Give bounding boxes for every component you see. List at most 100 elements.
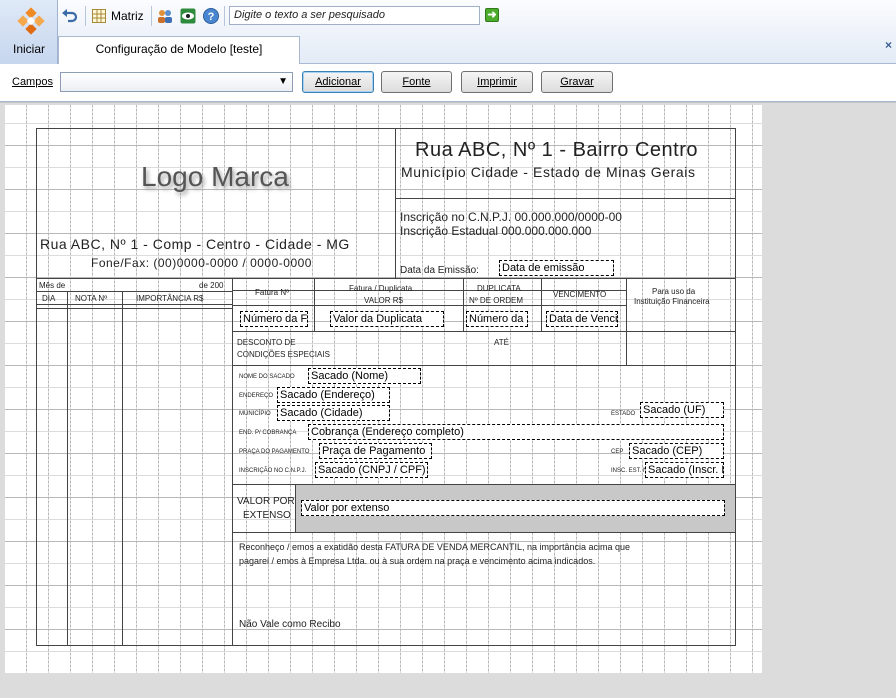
field-numero-duplicata[interactable]: Número da Duplicata (466, 311, 528, 327)
col-nota: NOTA Nº (75, 294, 108, 303)
lbl-praca: PRAÇA DO PAGAMENTO (239, 449, 310, 455)
uso-instituicao-2: Instituição Financeira (634, 297, 710, 306)
header-address: Rua ABC, Nº 1 - Bairro Centro (415, 139, 699, 161)
col-dia: DIA (42, 294, 56, 303)
frame-line (232, 278, 233, 646)
logo-text: Logo Marca (141, 161, 289, 192)
emissao-label: Data da Emissão: (400, 265, 479, 276)
frame-line (541, 278, 542, 331)
search-input[interactable]: Digite o texto a ser pesquisado (229, 6, 480, 25)
campos-label: Campos (12, 76, 53, 88)
eye-icon (180, 8, 196, 24)
undo-button[interactable] (60, 6, 78, 26)
field-sacado-cidade[interactable]: Sacado (Cidade) (277, 405, 390, 421)
cnpj-line: Inscrição no C.N.P.J. 00.000.000/0000-00 (400, 210, 622, 224)
lbl-municipio: MUNICÍPIO (239, 411, 271, 417)
app-logo-icon (17, 7, 45, 35)
matriz-button[interactable]: Matriz (92, 6, 144, 26)
mes-label: Mês de (39, 281, 66, 290)
valor-extenso-label-1: VALOR POR (237, 496, 295, 507)
toolbar-separator (85, 6, 86, 26)
gravar-button[interactable]: Gravar (541, 71, 613, 93)
field-sacado-cep[interactable]: Sacado (CEP) (629, 443, 724, 459)
options-bar: Campos ▼ Adicionar Fonte Imprimir Gravar (0, 64, 896, 102)
toolbar-separator (224, 6, 225, 26)
start-button[interactable]: Iniciar (0, 0, 58, 64)
preview-button[interactable] (180, 6, 196, 26)
frame-line (36, 128, 37, 646)
desconto-1: DESCONTO DE (237, 338, 296, 347)
field-numero-fatura[interactable]: Número da Fatura (240, 311, 308, 327)
chevron-down-icon: ▼ (278, 76, 288, 87)
vencimento-label: VENCIMENTO (553, 290, 607, 299)
workspace: Logo Marca Rua ABC, Nº 1 - Comp - Centro… (0, 102, 896, 698)
frame-line (626, 278, 627, 365)
design-canvas[interactable]: Logo Marca Rua ABC, Nº 1 - Comp - Centro… (5, 105, 762, 673)
field-vencimento[interactable]: Data de Vencimento (546, 311, 618, 327)
valor-extenso-label-2: EXTENSO (243, 510, 291, 521)
frame-line (314, 278, 315, 331)
lbl-cobranca: END. P/ COBRANÇA (239, 430, 297, 436)
imprimir-button[interactable]: Imprimir (461, 71, 533, 93)
field-valor-extenso[interactable]: Valor por extenso (301, 500, 725, 516)
ie-line: Inscrição Estadual 000.000.000.000 (400, 224, 592, 238)
lbl-cep: CEP (611, 449, 624, 455)
field-valor-duplicata[interactable]: Valor da Duplicata (330, 311, 444, 327)
lbl-insc-est: INSC. EST. Nº (611, 468, 650, 474)
arrow-right-icon: ➜ (487, 9, 497, 21)
tab-configuracao-modelo[interactable]: Configuração de Modelo [teste] (58, 36, 300, 64)
frame-line (232, 532, 736, 533)
adicionar-button[interactable]: Adicionar (302, 71, 374, 93)
frame-line (232, 305, 626, 306)
col-importancia: IMPORTÂNCIA R$ (136, 294, 204, 303)
frame-line (232, 365, 736, 366)
reconheco-line-1: Reconheço / emos a exatidão desta FATURA… (239, 542, 631, 552)
duplicata-label: DUPLICATA (477, 284, 521, 293)
emissao-field[interactable]: Data de emissão (499, 260, 614, 276)
toolbar-separator (151, 6, 152, 26)
field-sacado-inscr[interactable]: Sacado (Inscr. Estadual) (645, 462, 724, 478)
field-sacado-uf[interactable]: Sacado (UF) (640, 402, 724, 418)
desconto-2: CONDIÇÕES ESPECIAIS (237, 350, 330, 359)
no-ordem-label: Nº DE ORDEM (469, 296, 524, 305)
fatura-no-label: Fatura Nº (255, 288, 290, 297)
lbl-inscricao: INSCRIÇÃO NO C.N.P.J. (239, 468, 307, 474)
header-city: Município Cidade - Estado de Minas Gerai… (401, 164, 696, 180)
lbl-estado: ESTADO (611, 411, 636, 417)
close-icon[interactable]: × (885, 38, 892, 52)
fonte-button[interactable]: Fonte (381, 71, 452, 93)
top-toolbar: Iniciar Matriz ? Digite o texto a ser pe… (0, 0, 896, 64)
reconheco-line-2: pagarei / emos à Empresa Ltda. ou à sua … (239, 556, 596, 566)
users-button[interactable] (157, 6, 173, 26)
frame-line (735, 128, 736, 646)
matriz-label: Matriz (111, 9, 144, 23)
valor-rs-label: VALOR R$ (364, 296, 403, 305)
undo-icon (62, 9, 78, 23)
field-praca-pagamento[interactable]: Praça de Pagamento (319, 443, 432, 459)
field-sacado-nome[interactable]: Sacado (Nome) (308, 368, 421, 384)
frame-line (232, 331, 736, 332)
ate-label: ATÉ (494, 338, 509, 347)
frame-line (36, 308, 232, 309)
frame-line (36, 278, 736, 279)
frame-line (36, 291, 232, 292)
ano-label: de 200 (199, 281, 224, 290)
field-sacado-endereco[interactable]: Sacado (Endereço) (277, 387, 390, 403)
search-go-button[interactable]: ➜ (485, 8, 499, 22)
field-sacado-cnpj[interactable]: Sacado (CNPJ / CPF) (315, 462, 428, 478)
users-icon (158, 10, 172, 23)
left-address: Rua ABC, Nº 1 - Comp - Centro - Cidade -… (40, 236, 350, 252)
frame-line (36, 304, 232, 305)
frame-line (36, 128, 736, 129)
invoice-form: Logo Marca Rua ABC, Nº 1 - Comp - Centro… (36, 128, 736, 646)
help-button[interactable]: ? (203, 6, 219, 26)
frame-line (36, 645, 736, 646)
frame-line (463, 278, 464, 331)
campos-select[interactable]: ▼ (60, 72, 293, 92)
help-icon: ? (203, 8, 219, 24)
grid-icon (92, 9, 106, 23)
field-cobranca[interactable]: Cobrança (Endereço completo) (308, 424, 724, 440)
svg-text:?: ? (208, 11, 215, 23)
frame-line (122, 291, 123, 646)
frame-line (295, 484, 296, 532)
